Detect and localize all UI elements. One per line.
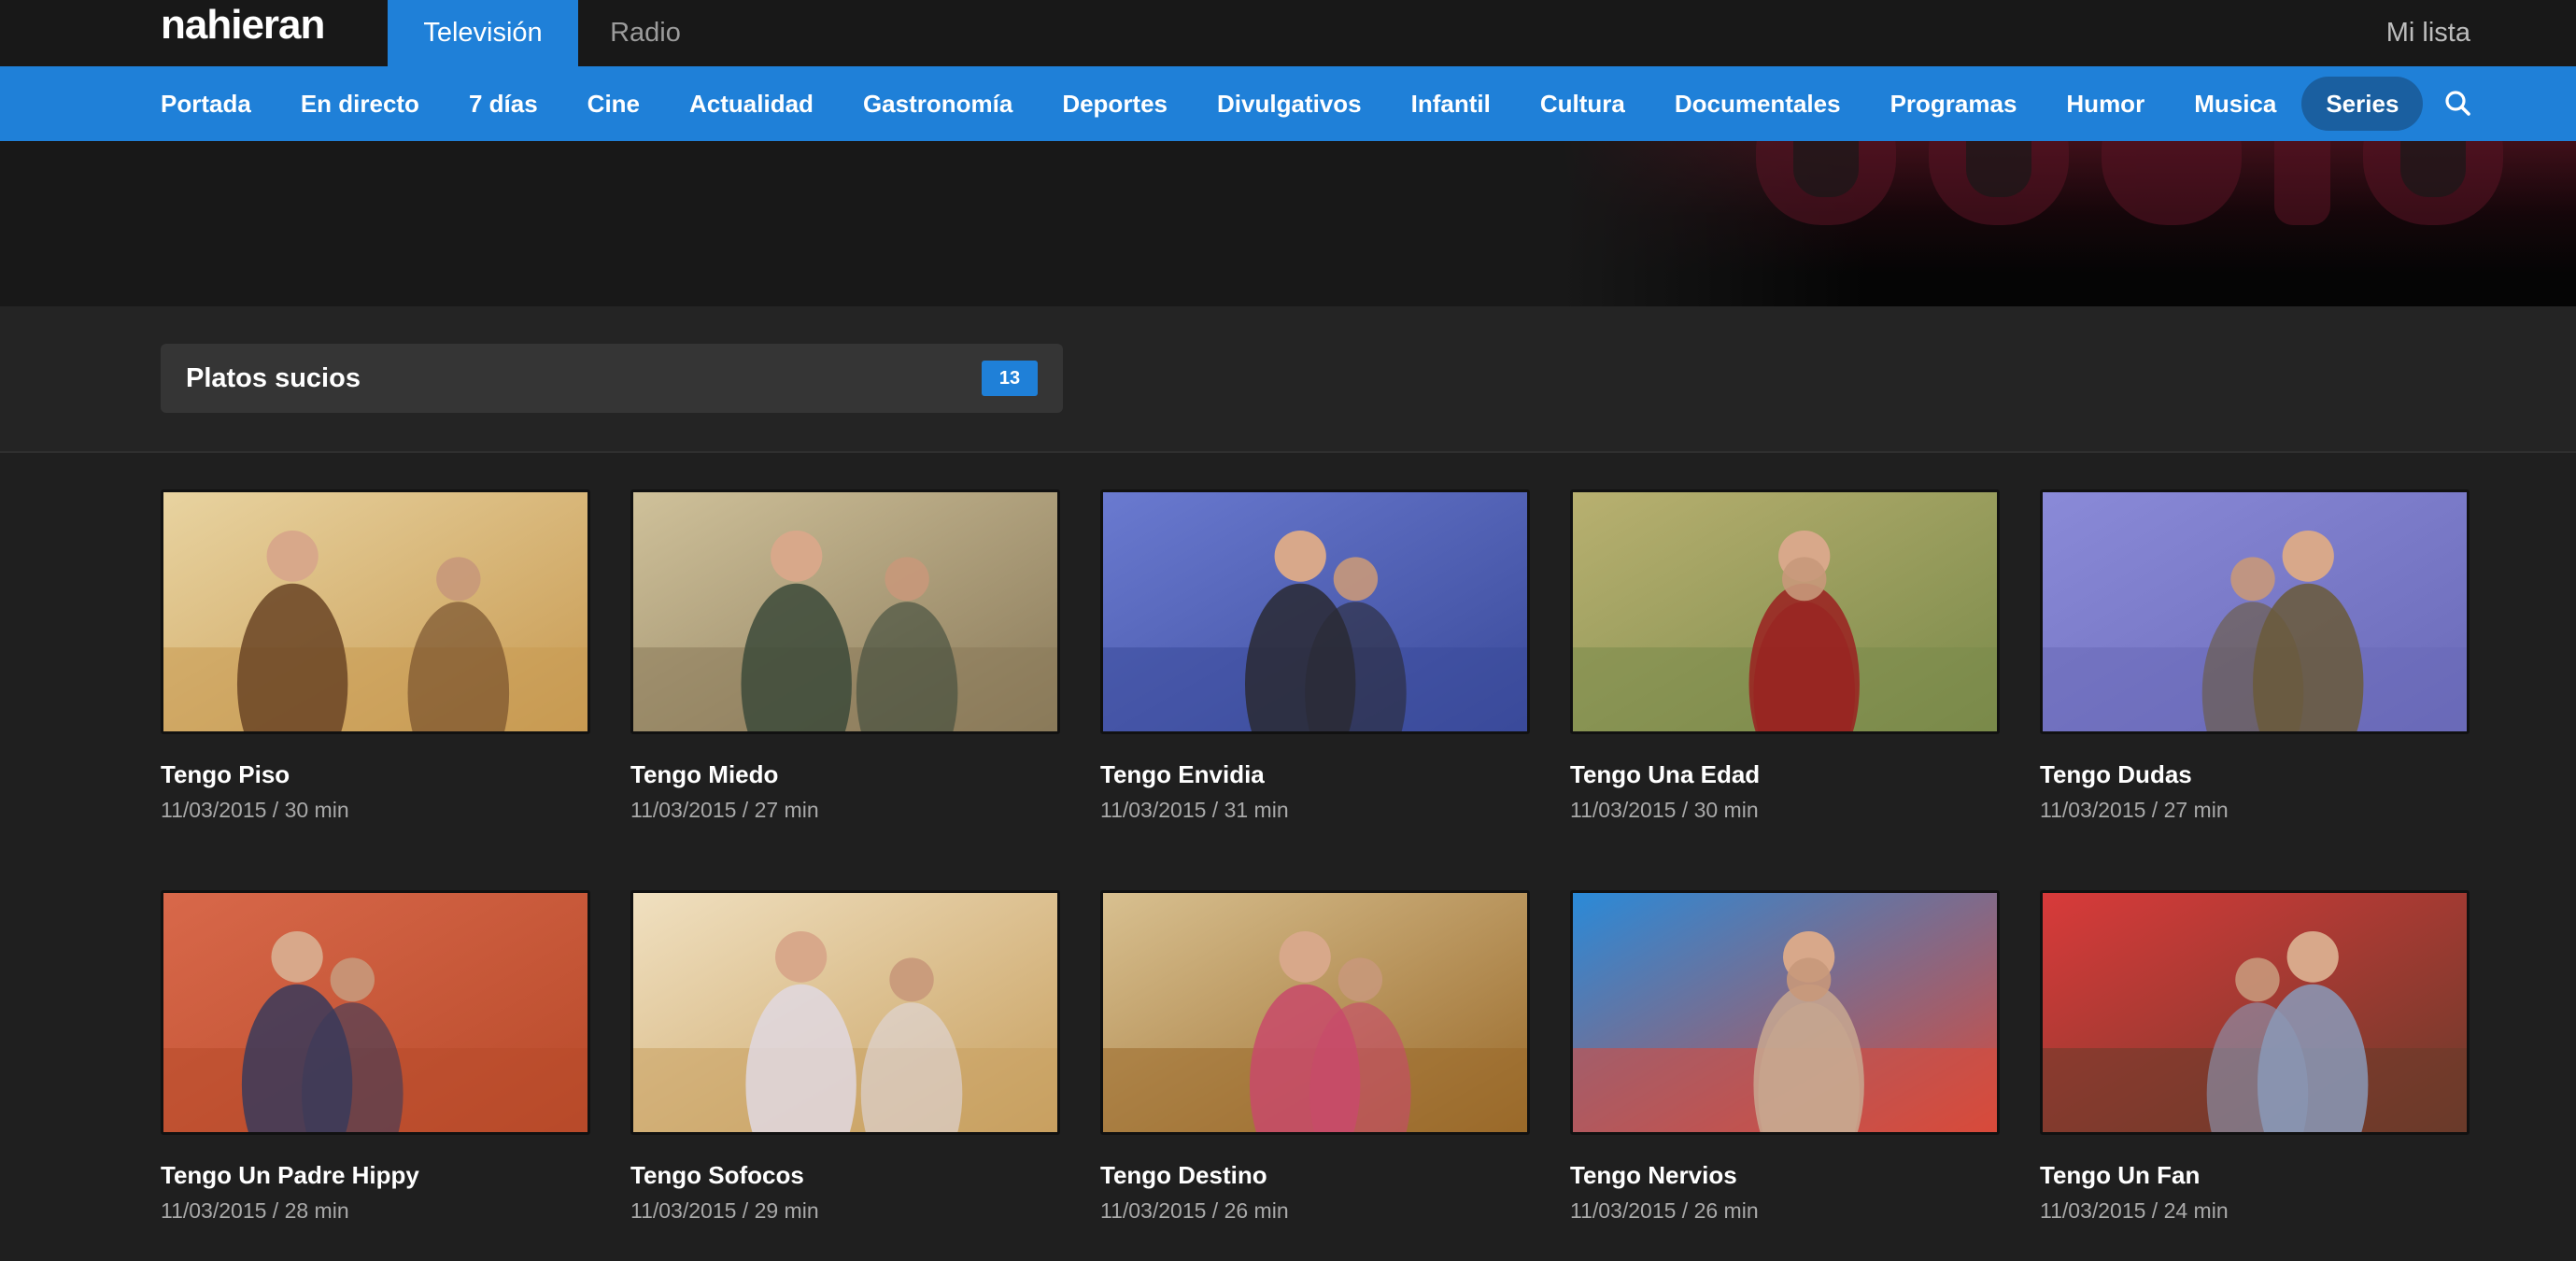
episode-thumbnail[interactable] (161, 890, 590, 1135)
tab-radio[interactable]: Radio (578, 0, 713, 66)
category-en-directo[interactable]: En directo (276, 77, 444, 131)
category-deportes[interactable]: Deportes (1038, 77, 1192, 131)
series-hero-banner (0, 141, 2576, 306)
my-list-link[interactable]: Mi lista (2386, 0, 2470, 66)
category-programas[interactable]: Programas (1866, 77, 2042, 131)
episode-meta: 11/03/2015 / 26 min (1100, 1198, 1289, 1223)
category-nav: Portada En directo 7 días Cine Actualidad Gas… (0, 66, 2576, 141)
category-musica[interactable]: Musica (2170, 77, 2300, 131)
category-series[interactable]: Series (2301, 77, 2424, 131)
episode-title[interactable]: Tengo Envidia (1100, 760, 1265, 789)
series-name: Platos sucios (186, 362, 361, 393)
top-bar: nahieran Televisión Radio Mi lista (0, 0, 2576, 66)
episode-thumbnail[interactable] (1570, 890, 2000, 1135)
episode-title[interactable]: Tengo Piso (161, 760, 290, 789)
episode-title[interactable]: Tengo Dudas (2040, 760, 2192, 789)
category-humor[interactable]: Humor (2042, 77, 2169, 131)
tab-television[interactable]: Televisión (388, 0, 578, 66)
episode-count-badge: 13 (982, 361, 1038, 396)
series-selector-section: Platos sucios 13 (0, 306, 2576, 453)
episode-meta: 11/03/2015 / 28 min (161, 1198, 349, 1223)
episode-thumbnail[interactable] (1100, 890, 1530, 1135)
category-cultura[interactable]: Cultura (1516, 77, 1649, 131)
category-7-días[interactable]: 7 días (445, 77, 562, 131)
episode-thumbnail[interactable] (2040, 489, 2470, 734)
hero-artwork (1560, 141, 2576, 306)
episode-title[interactable]: Tengo Miedo (630, 760, 778, 789)
category-cine[interactable]: Cine (563, 77, 664, 131)
episode-meta: 11/03/2015 / 26 min (1570, 1198, 1759, 1223)
episode-title[interactable]: Tengo Un Padre Hippy (161, 1161, 419, 1190)
category-infantil[interactable]: Infantil (1387, 77, 1515, 131)
category-gastronomía[interactable]: Gastronomía (839, 77, 1037, 131)
episode-meta: 11/03/2015 / 27 min (630, 798, 819, 822)
episode-title[interactable]: Tengo Un Fan (2040, 1161, 2200, 1190)
episode-title[interactable]: Tengo Destino (1100, 1161, 1267, 1190)
episode-thumbnail[interactable] (1570, 489, 2000, 734)
category-documentales[interactable]: Documentales (1650, 77, 1865, 131)
category-divulgativos[interactable]: Divulgativos (1193, 77, 1386, 131)
category-list: Portada En directo 7 días Cine Actualidad Gas… (161, 66, 2424, 141)
season-selector[interactable]: Platos sucios 13 (161, 344, 1063, 413)
search-button[interactable] (2438, 83, 2479, 124)
episode-meta: 11/03/2015 / 29 min (630, 1198, 819, 1223)
episode-thumbnail[interactable] (2040, 890, 2470, 1135)
episode-thumbnail[interactable] (161, 489, 590, 734)
episode-meta: 11/03/2015 / 31 min (1100, 798, 1289, 822)
site-logo[interactable]: nahieran (161, 2, 325, 49)
episode-meta: 11/03/2015 / 30 min (1570, 798, 1759, 822)
episode-title[interactable]: Tengo Una Edad (1570, 760, 1760, 789)
category-actualidad[interactable]: Actualidad (665, 77, 838, 131)
episode-title[interactable]: Tengo Nervios (1570, 1161, 1737, 1190)
search-icon (2445, 91, 2470, 116)
episode-title[interactable]: Tengo Sofocos (630, 1161, 804, 1190)
episode-thumbnail[interactable] (630, 890, 1060, 1135)
category-portada[interactable]: Portada (161, 77, 276, 131)
episode-meta: 11/03/2015 / 27 min (2040, 798, 2229, 822)
episode-meta: 11/03/2015 / 30 min (161, 798, 349, 822)
episode-thumbnail[interactable] (630, 489, 1060, 734)
episode-meta: 11/03/2015 / 24 min (2040, 1198, 2229, 1223)
episode-thumbnail[interactable] (1100, 489, 1530, 734)
hero-title-art (1756, 141, 2503, 225)
